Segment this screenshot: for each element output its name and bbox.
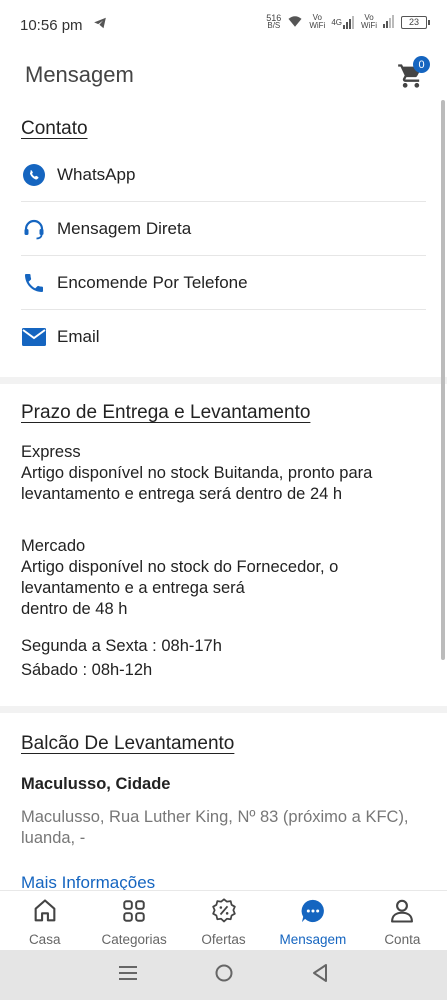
mercado-label: Mercado <box>21 537 86 555</box>
bottom-nav: Casa Categorias Ofertas Mensagem Conta <box>0 890 447 950</box>
menu-icon[interactable] <box>118 964 138 987</box>
hours-weekday: Segunda a Sexta : 08h-17h <box>21 637 222 655</box>
chat-icon <box>299 897 327 925</box>
nav-item-mensagem[interactable]: Mensagem <box>268 891 357 950</box>
mercado-block: Mercado Artigo disponível no stock do Fo… <box>21 536 426 620</box>
signal-icon-1: 4G <box>331 15 355 29</box>
opening-hours: Segunda a Sexta : 08h-17h Sábado : 08h-1… <box>21 634 426 682</box>
telegram-icon <box>93 16 107 34</box>
express-block: Express Artigo disponível no stock Buita… <box>21 442 426 505</box>
nav-item-conta[interactable]: Conta <box>358 891 447 950</box>
user-icon <box>388 897 416 925</box>
contact-item-email[interactable]: Email <box>21 310 426 364</box>
express-label: Express <box>21 443 81 461</box>
contact-item-label: Encomende Por Telefone <box>57 272 248 292</box>
status-bar: 10:56 pm 516 B/S Vo WiFi 4G Vo WiFi 23 <box>0 0 447 50</box>
home-circle-icon[interactable] <box>214 963 234 988</box>
mercado-text-deadline: dentro de 48 h <box>21 600 128 618</box>
mail-icon <box>21 324 47 350</box>
contact-item-label: Mensagem Direta <box>57 218 192 238</box>
nav-label: Conta <box>384 932 421 947</box>
hours-saturday: Sábado : 08h-12h <box>21 661 153 679</box>
page-title: Mensagem <box>25 62 134 87</box>
content-scroll[interactable]: Contato WhatsApp Mensagem Direta Encomen… <box>0 100 447 890</box>
nav-label: Categorias <box>101 932 167 947</box>
contact-title: Contato <box>21 118 88 139</box>
contact-list: WhatsApp Mensagem Direta Encomende Por T… <box>21 148 426 364</box>
mercado-text: Artigo disponível no stock do Fornecedor… <box>21 558 339 597</box>
pickup-counter-section: Balcão De Levantamento Maculusso, Cidade… <box>0 713 447 890</box>
phone-icon <box>21 270 47 296</box>
shop-name: Maculusso, Cidade <box>21 775 171 793</box>
contact-item-whatsapp[interactable]: WhatsApp <box>21 148 426 202</box>
cart-icon <box>397 64 425 94</box>
nav-item-categorias[interactable]: Categorias <box>89 891 178 950</box>
delivery-title: Prazo de Entrega e Levantamento <box>21 402 311 423</box>
wifi-icon <box>287 15 303 30</box>
grid-icon <box>120 897 148 925</box>
scrollbar[interactable] <box>441 100 445 660</box>
offer-badge-icon <box>210 897 238 925</box>
nav-label: Casa <box>28 932 61 947</box>
shop-address: Maculusso, Rua Luther King, Nº 83 (próxi… <box>21 808 409 847</box>
nav-label: Ofertas <box>201 932 246 947</box>
contact-item-label: WhatsApp <box>57 164 136 184</box>
contact-item-label: Email <box>57 327 100 346</box>
status-indicators: 516 B/S Vo WiFi 4G Vo WiFi 23 <box>266 13 430 30</box>
headset-icon <box>21 216 47 242</box>
status-time: 10:56 pm <box>20 16 83 34</box>
delivery-section: Prazo de Entrega e Levantamento Express … <box>0 384 447 706</box>
more-info-link[interactable]: Mais Informações <box>21 873 426 890</box>
pickup-counter-title: Balcão De Levantamento <box>21 733 235 754</box>
express-text: Artigo disponível no stock Buitanda, pro… <box>21 464 373 503</box>
volte-indicator-1: Vo WiFi <box>309 13 326 30</box>
cart-count-badge: 0 <box>413 56 430 73</box>
whatsapp-icon <box>21 162 47 188</box>
app-bar: Mensagem 0 <box>0 50 447 100</box>
system-nav-bar <box>0 950 447 1000</box>
contact-section: Contato WhatsApp Mensagem Direta Encomen… <box>0 100 447 377</box>
net-speed: 516 B/S <box>266 13 282 30</box>
signal-icon-2 <box>383 14 395 30</box>
cart-button[interactable]: 0 <box>397 56 430 90</box>
volte-indicator-2: Vo WiFi <box>361 13 377 30</box>
nav-item-ofertas[interactable]: Ofertas <box>179 891 268 950</box>
nav-label: Mensagem <box>279 932 347 947</box>
battery-icon: 23 <box>401 15 430 29</box>
home-icon <box>31 897 59 925</box>
contact-item-phone-order[interactable]: Encomende Por Telefone <box>21 256 426 310</box>
contact-item-direct-message[interactable]: Mensagem Direta <box>21 202 426 256</box>
back-triangle-icon[interactable] <box>311 963 329 988</box>
nav-item-casa[interactable]: Casa <box>0 891 89 950</box>
